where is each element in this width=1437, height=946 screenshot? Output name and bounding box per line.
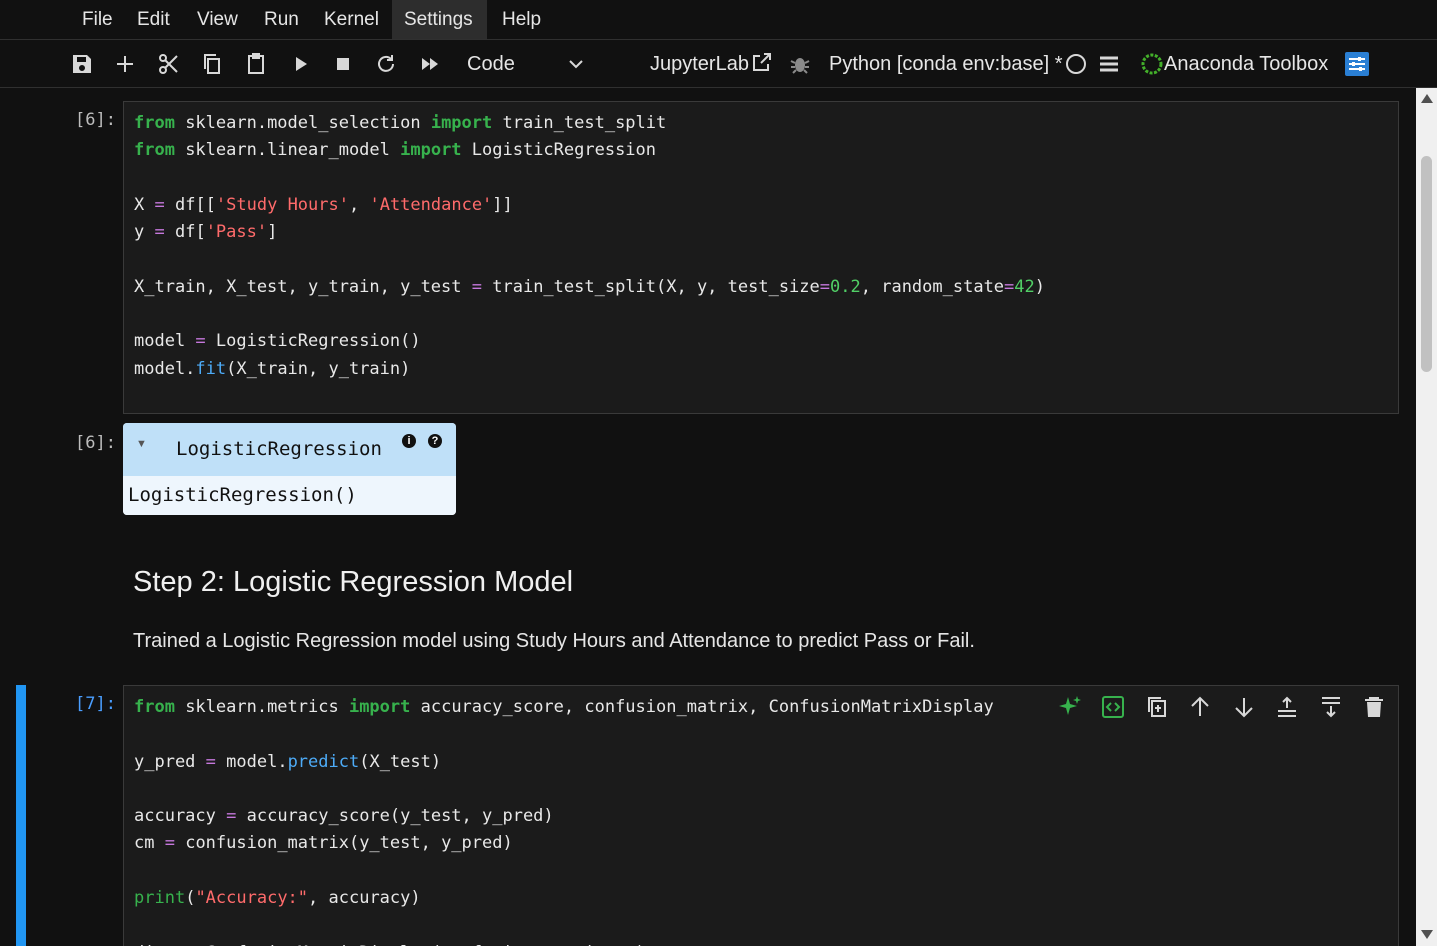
sliders-icon[interactable] (1345, 52, 1369, 76)
scroll-down-icon[interactable] (1421, 930, 1433, 939)
code-editor-active[interactable]: from sklearn.metrics import accuracy_sco… (124, 686, 1398, 946)
anaconda-ring-icon (1140, 52, 1164, 76)
menu-run[interactable]: Run (252, 0, 311, 39)
arrow-down-icon[interactable] (1231, 694, 1257, 720)
code-editor[interactable]: from sklearn.model_selection import trai… (124, 102, 1398, 391)
insert-below-icon[interactable] (1318, 694, 1344, 720)
cell-type-select[interactable]: Code (467, 53, 515, 76)
paste-icon[interactable] (244, 52, 268, 76)
anaconda-toolbox-label[interactable]: Anaconda Toolbox (1164, 53, 1328, 76)
save-icon[interactable] (70, 52, 94, 76)
notebook-toolbar: Code JupyterLab Python [conda env:base] … (0, 40, 1437, 88)
input-prompt: [6]: (75, 110, 116, 130)
vertical-scrollbar[interactable] (1416, 88, 1437, 946)
scrollbar-thumb[interactable] (1421, 156, 1432, 372)
trash-icon[interactable] (1361, 694, 1387, 720)
markdown-paragraph: Trained a Logistic Regression model usin… (133, 630, 975, 652)
code-format-icon[interactable] (1100, 694, 1126, 720)
input-prompt-active: [7]: (75, 694, 116, 714)
copy-icon[interactable] (200, 52, 224, 76)
external-link-icon[interactable] (750, 50, 771, 71)
markdown-heading: Step 2: Logistic Regression Model (133, 566, 574, 598)
bug-icon[interactable] (788, 52, 812, 76)
circle-icon (1064, 52, 1088, 76)
menu-settings[interactable]: Settings (392, 0, 487, 39)
notebook-panel: [6]: from sklearn.model_selection import… (0, 88, 1416, 946)
code-cell-input[interactable]: from sklearn.model_selection import trai… (123, 101, 1399, 414)
refresh-icon[interactable] (374, 52, 398, 76)
jupyterlab-link[interactable]: JupyterLab (650, 53, 749, 76)
menu-edit[interactable]: Edit (125, 0, 182, 39)
estimator-header[interactable]: ▼ LogisticRegression i ? (123, 423, 456, 476)
menu-kernel[interactable]: Kernel (312, 0, 391, 39)
menu-help[interactable]: Help (490, 0, 553, 39)
scissors-icon[interactable] (157, 52, 181, 76)
estimator-repr: LogisticRegression() (128, 484, 357, 506)
code-cell-input-active[interactable]: from sklearn.metrics import accuracy_sco… (123, 685, 1399, 946)
hamburger-icon[interactable] (1097, 52, 1121, 76)
active-cell-indicator (16, 685, 26, 946)
info-icon[interactable]: i (402, 434, 416, 448)
estimator-output: ▼ LogisticRegression i ? LogisticRegress… (123, 423, 456, 515)
plus-icon[interactable] (113, 52, 137, 76)
duplicate-icon[interactable] (1144, 694, 1170, 720)
kernel-name[interactable]: Python [conda env:base] * (829, 53, 1063, 76)
play-icon[interactable] (288, 52, 312, 76)
arrow-up-icon[interactable] (1187, 694, 1213, 720)
sparkle-icon[interactable] (1057, 694, 1083, 720)
chevron-down-icon[interactable] (564, 52, 588, 76)
scroll-up-icon[interactable] (1421, 94, 1433, 103)
help-icon[interactable]: ? (428, 434, 442, 448)
estimator-body: LogisticRegression() (123, 476, 456, 515)
insert-above-icon[interactable] (1274, 694, 1300, 720)
menu-view[interactable]: View (185, 0, 250, 39)
output-prompt: [6]: (75, 433, 116, 453)
stop-icon[interactable] (331, 52, 355, 76)
estimator-title: LogisticRegression (176, 438, 382, 460)
caret-down-icon[interactable]: ▼ (136, 438, 147, 450)
fast-forward-icon[interactable] (418, 52, 442, 76)
menu-file[interactable]: File (70, 0, 125, 39)
menu-bar: File Edit View Run Kernel Settings Help (0, 0, 1437, 40)
